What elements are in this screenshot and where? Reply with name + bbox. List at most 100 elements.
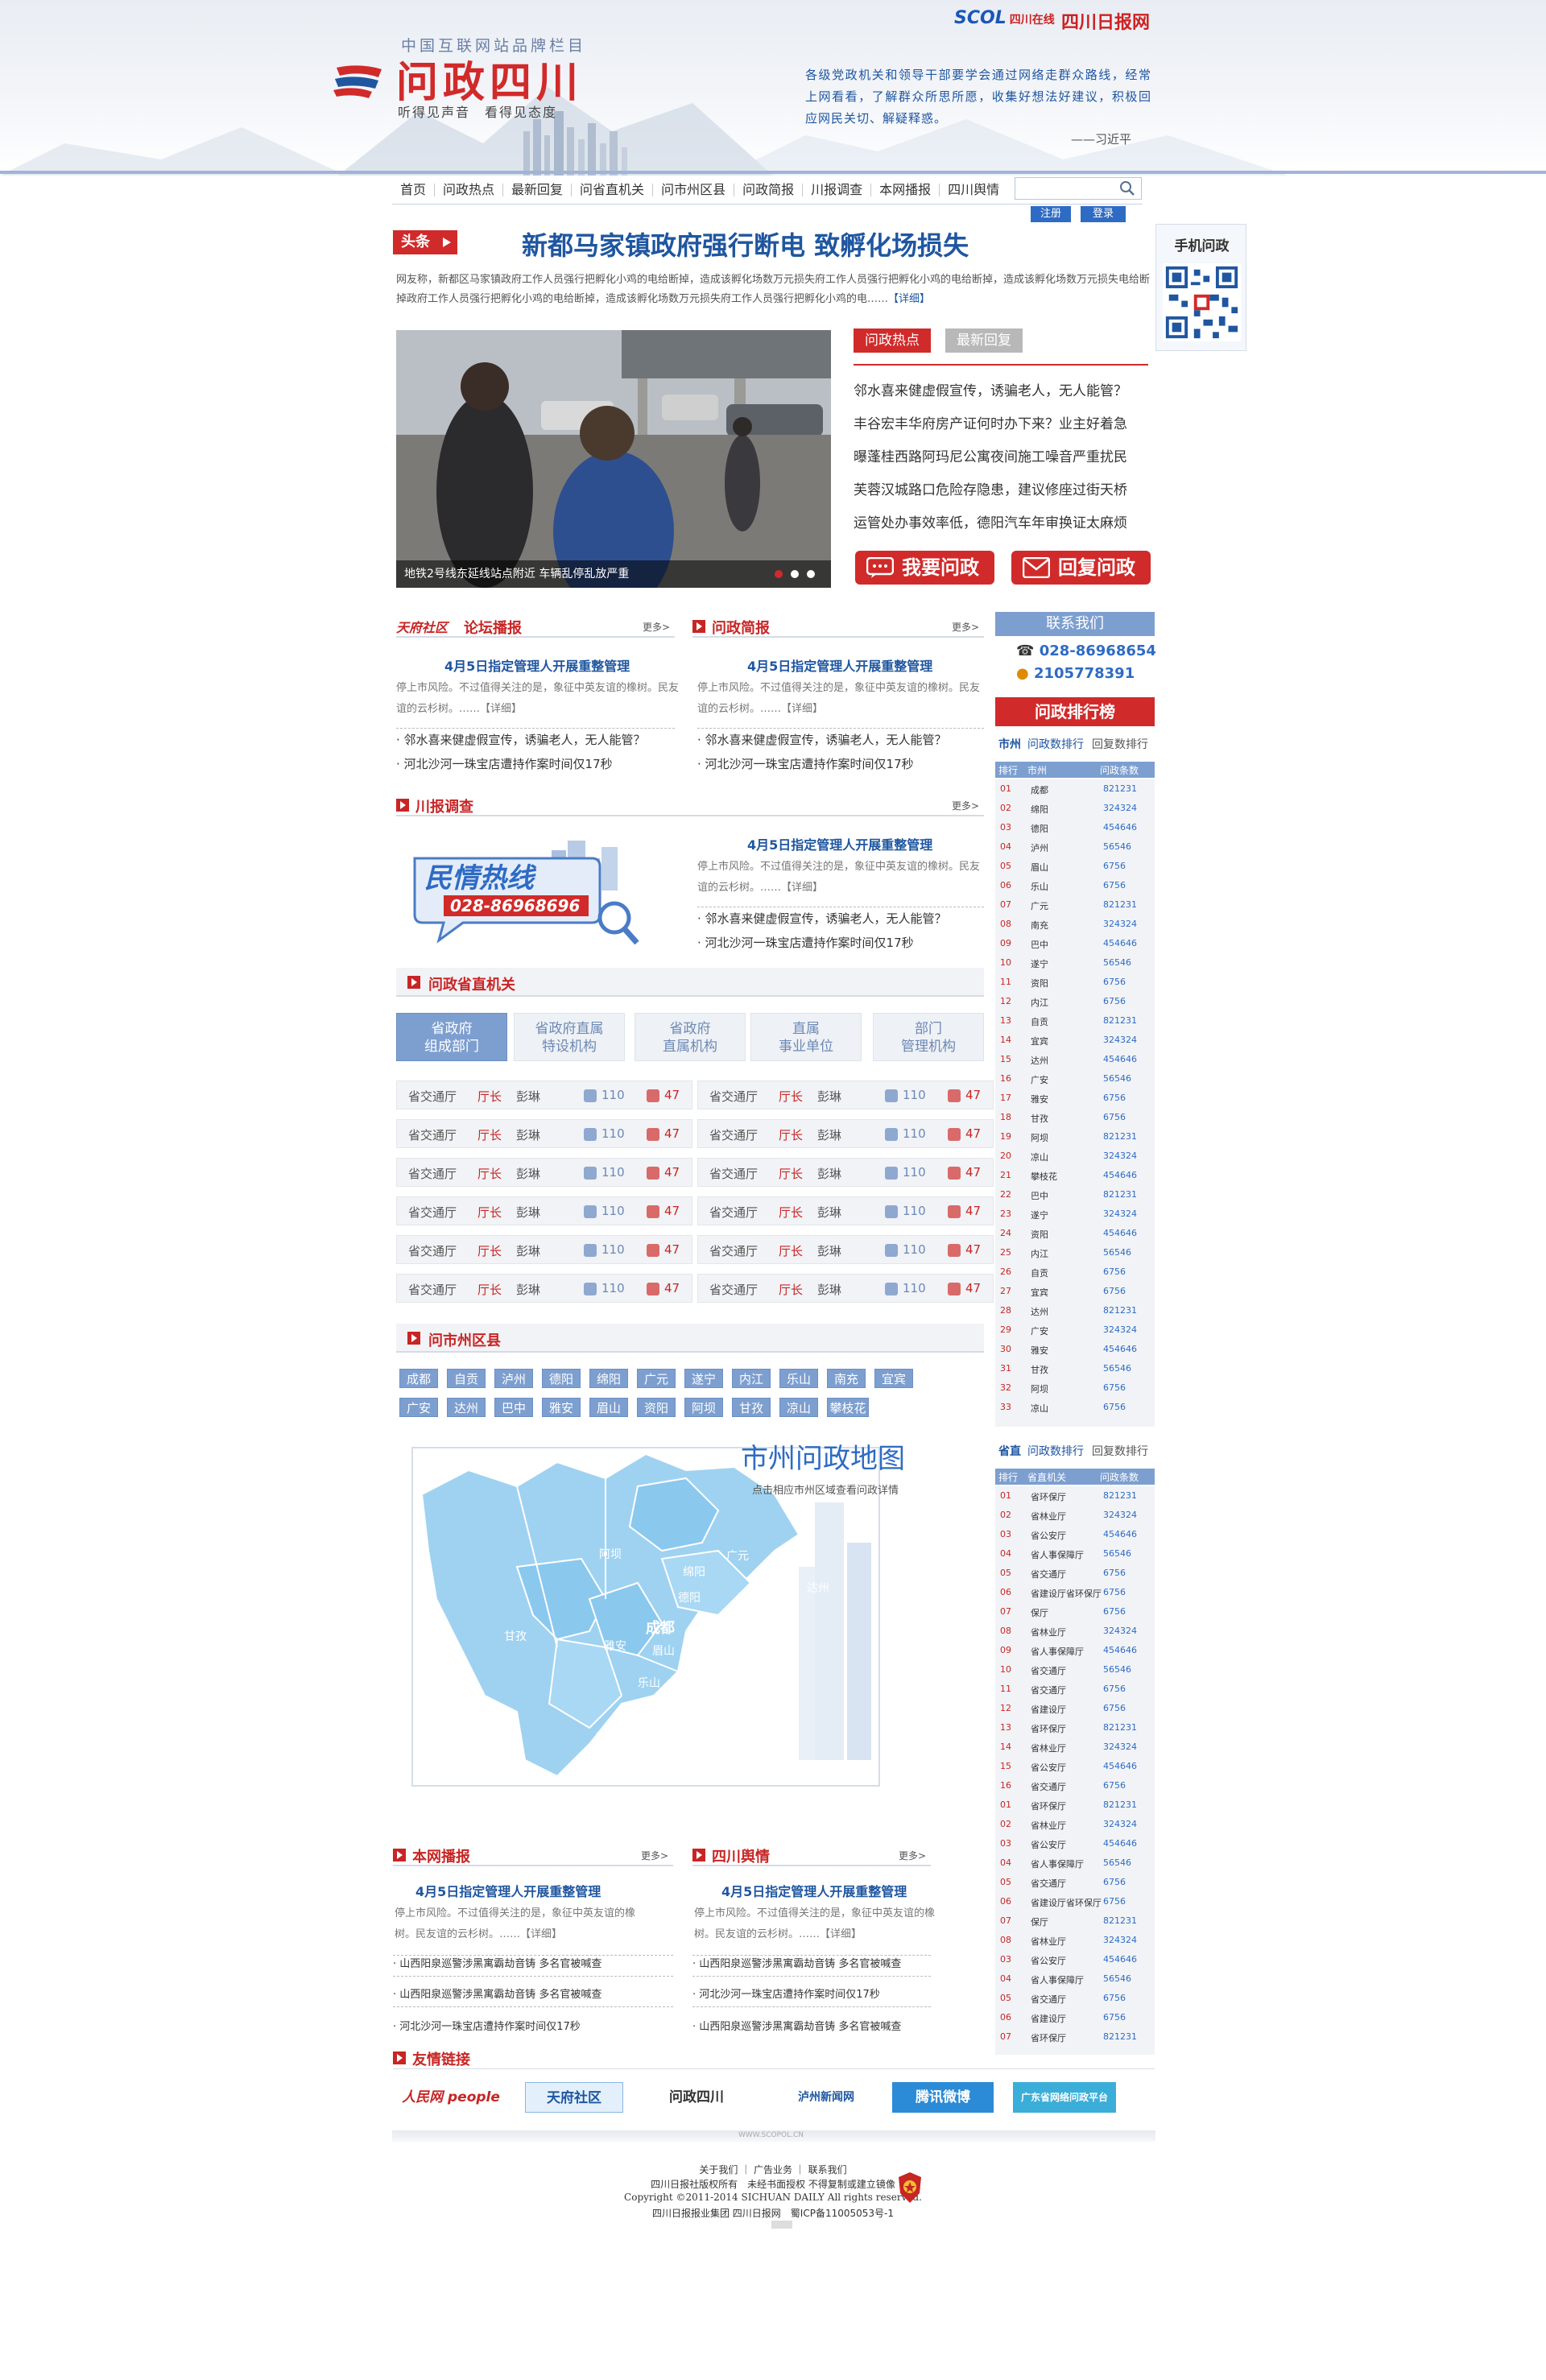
rank-tab-reply-count[interactable]: 回复数排行 bbox=[1092, 1443, 1148, 1459]
brand-title[interactable]: 问政四川 bbox=[396, 48, 583, 109]
partner-logo-scol[interactable]: SCOL 四川在线 bbox=[954, 8, 1055, 28]
opinion-item[interactable]: · 河北沙河一珠宝店遭持作案时间仅17秒 bbox=[692, 1985, 880, 2001]
rank-row[interactable]: 07 广元 821231 bbox=[995, 895, 1155, 915]
rank-name[interactable]: 省环保厅 bbox=[1031, 2031, 1066, 2044]
rank-row[interactable]: 02 省林业厅 324324 bbox=[995, 1815, 1155, 1834]
rank-name[interactable]: 省公安厅 bbox=[1031, 1838, 1066, 1851]
rank-name[interactable]: 省建设厅省环保厅 bbox=[1031, 1587, 1102, 1600]
site-report-item[interactable]: · 河北沙河一珠宝店遭持作案时间仅17秒 bbox=[393, 2018, 581, 2033]
tab-dept-management[interactable]: 部门 管理机构 bbox=[873, 1013, 984, 1061]
rank-row[interactable]: 07 保厅 821231 bbox=[995, 1911, 1155, 1931]
rank-name[interactable]: 省人事保障厅 bbox=[1031, 1973, 1084, 1986]
rank-name[interactable]: 攀枝花 bbox=[1031, 1170, 1057, 1183]
rank-row[interactable]: 04 省人事保障厅 56546 bbox=[995, 1969, 1155, 1989]
map-region-label[interactable]: 成都 bbox=[646, 1617, 675, 1638]
rank-name[interactable]: 甘孜 bbox=[1031, 1112, 1048, 1125]
rank-name[interactable]: 省林业厅 bbox=[1031, 1742, 1066, 1754]
rank-row[interactable]: 08 南充 324324 bbox=[995, 915, 1155, 934]
rank-row[interactable]: 26 自贡 6756 bbox=[995, 1262, 1155, 1282]
hot-item[interactable]: 芙蓉汉城路口危险存隐患，建议修座过街天桥 bbox=[854, 474, 1151, 507]
city-button[interactable]: 绵阳 bbox=[589, 1369, 628, 1388]
tab-latest-reply[interactable]: 最新回复 bbox=[945, 328, 1023, 353]
map-region-label[interactable]: 泸州 bbox=[730, 1691, 752, 1707]
rank-name[interactable]: 乐山 bbox=[1031, 880, 1048, 893]
map-region-label[interactable]: 遂宁 bbox=[720, 1620, 742, 1636]
dept-row[interactable]: 省交通厅 厅长 彭琳 110 47 bbox=[697, 1081, 994, 1109]
rank-name[interactable]: 省林业厅 bbox=[1031, 1819, 1066, 1832]
rank-name[interactable]: 凉山 bbox=[1031, 1402, 1048, 1415]
dept-name[interactable]: 省交通厅 bbox=[709, 1126, 758, 1143]
forum-list-item[interactable]: · 邻水喜来健虚假宣传，诱骗老人，无人能管？ bbox=[396, 731, 646, 748]
dept-name[interactable]: 省交通厅 bbox=[408, 1204, 457, 1221]
rank-row[interactable]: 01 成都 821231 bbox=[995, 779, 1155, 799]
ask-question-button[interactable]: 我要问政 bbox=[855, 551, 994, 585]
rank-name[interactable]: 省公安厅 bbox=[1031, 1761, 1066, 1774]
map-region-label[interactable]: 阿坝 bbox=[599, 1546, 622, 1562]
rank-row[interactable]: 17 雅安 6756 bbox=[995, 1089, 1155, 1108]
rank-row[interactable]: 06 省建设厅省环保厅 6756 bbox=[995, 1892, 1155, 1911]
city-button[interactable]: 南充 bbox=[827, 1369, 866, 1388]
dept-title[interactable]: 问政省直机关 bbox=[428, 973, 515, 994]
rank-name[interactable]: 资阳 bbox=[1031, 1228, 1048, 1241]
slide-dot-1[interactable] bbox=[775, 570, 783, 578]
opinion-news-title[interactable]: 4月5日指定管理人开展重整管理 bbox=[721, 1881, 907, 1900]
search-icon[interactable] bbox=[1118, 179, 1137, 198]
rank-row[interactable]: 03 省公安厅 454646 bbox=[995, 1950, 1155, 1969]
rank-row[interactable]: 12 省建设厅 6756 bbox=[995, 1699, 1155, 1718]
rank-name[interactable]: 泸州 bbox=[1031, 841, 1048, 854]
hot-item[interactable]: 曝蓬桂西路阿玛尼公寓夜间施工噪音严重扰民 bbox=[854, 441, 1151, 474]
rank-name[interactable]: 省环保厅 bbox=[1031, 1722, 1066, 1735]
opinion-item[interactable]: · 山西阳泉巡警涉黑寓霸劫音铸 多名官被喊查 bbox=[692, 2018, 901, 2033]
opinion-item[interactable]: · 山西阳泉巡警涉黑寓霸劫音铸 多名官被喊查 bbox=[692, 1955, 901, 1970]
rank-row[interactable]: 12 内江 6756 bbox=[995, 992, 1155, 1011]
rank-name[interactable]: 省交通厅 bbox=[1031, 1877, 1066, 1890]
map-region-label[interactable]: 攀枝花 bbox=[572, 1789, 606, 1805]
city-button[interactable]: 遂宁 bbox=[684, 1369, 723, 1388]
rank-name[interactable]: 内江 bbox=[1031, 1247, 1048, 1260]
map-region-label[interactable]: 乐山 bbox=[638, 1675, 660, 1691]
rank-name[interactable]: 省环保厅 bbox=[1031, 1490, 1066, 1503]
tab-hot[interactable]: 问政热点 bbox=[854, 328, 931, 353]
rank-row[interactable]: 09 省人事保障厅 454646 bbox=[995, 1641, 1155, 1660]
link-wenzheng[interactable]: 问政四川 bbox=[644, 2082, 749, 2113]
contact-qq[interactable]: ● 2105778391 bbox=[1016, 665, 1135, 682]
rank-row[interactable]: 07 保厅 6756 bbox=[995, 1602, 1155, 1622]
rank-name[interactable]: 自贡 bbox=[1031, 1266, 1048, 1279]
rank-name[interactable]: 省环保厅 bbox=[1031, 1799, 1066, 1812]
nav-brief[interactable]: 问政简报 bbox=[734, 183, 804, 196]
rank-row[interactable]: 32 阿坝 6756 bbox=[995, 1378, 1155, 1398]
dept-name[interactable]: 省交通厅 bbox=[408, 1165, 457, 1182]
nav-latest-reply[interactable]: 最新回复 bbox=[503, 183, 573, 196]
rank-name[interactable]: 省交通厅 bbox=[1031, 1684, 1066, 1696]
rank-row[interactable]: 22 巴中 821231 bbox=[995, 1185, 1155, 1204]
rank-row[interactable]: 25 内江 56546 bbox=[995, 1243, 1155, 1262]
dept-person[interactable]: 彭琳 bbox=[516, 1126, 540, 1143]
city-button[interactable]: 凉山 bbox=[779, 1398, 818, 1417]
rank-row[interactable]: 08 省林业厅 324324 bbox=[995, 1931, 1155, 1950]
forum-list-item[interactable]: · 河北沙河一珠宝店遭持作案时间仅17秒 bbox=[396, 755, 613, 772]
dept-person[interactable]: 彭琳 bbox=[516, 1281, 540, 1298]
rank-row[interactable]: 06 省建设厅 6756 bbox=[995, 2008, 1155, 2027]
rank-name[interactable]: 遂宁 bbox=[1031, 957, 1048, 970]
rank-row[interactable]: 11 省交通厅 6756 bbox=[995, 1680, 1155, 1699]
rank-row[interactable]: 03 德阳 454646 bbox=[995, 818, 1155, 837]
rank-name[interactable]: 省建设厅 bbox=[1031, 1703, 1066, 1716]
rank-name[interactable]: 省林业厅 bbox=[1031, 1626, 1066, 1638]
rank-row[interactable]: 09 巴中 454646 bbox=[995, 934, 1155, 953]
dept-name[interactable]: 省交通厅 bbox=[709, 1165, 758, 1182]
rank-row[interactable]: 31 甘孜 56546 bbox=[995, 1359, 1155, 1378]
partner-logo-scdaily[interactable]: 四川日报网 bbox=[1061, 8, 1150, 34]
city-button[interactable]: 资阳 bbox=[637, 1398, 676, 1417]
city-button[interactable]: 广元 bbox=[637, 1369, 676, 1388]
rank-row[interactable]: 18 甘孜 6756 bbox=[995, 1108, 1155, 1127]
city-button[interactable]: 雅安 bbox=[542, 1398, 581, 1417]
rank-tab-question-count[interactable]: 问政数排行 bbox=[1027, 1443, 1084, 1459]
dept-name[interactable]: 省交通厅 bbox=[408, 1281, 457, 1298]
rank-row[interactable]: 06 乐山 6756 bbox=[995, 876, 1155, 895]
hot-item[interactable]: 运管处办事效率低，德阳汽车年审换证太麻烦 bbox=[854, 507, 1151, 540]
forum-more-link[interactable]: 更多> bbox=[643, 620, 670, 634]
rank-row[interactable]: 05 眉山 6756 bbox=[995, 857, 1155, 876]
hot-item[interactable]: 邻水喜来健虚假宣传，诱骗老人，无人能管？ bbox=[854, 375, 1151, 408]
nav-hot[interactable]: 问政热点 bbox=[435, 183, 504, 196]
rank-row[interactable]: 11 资阳 6756 bbox=[995, 973, 1155, 992]
